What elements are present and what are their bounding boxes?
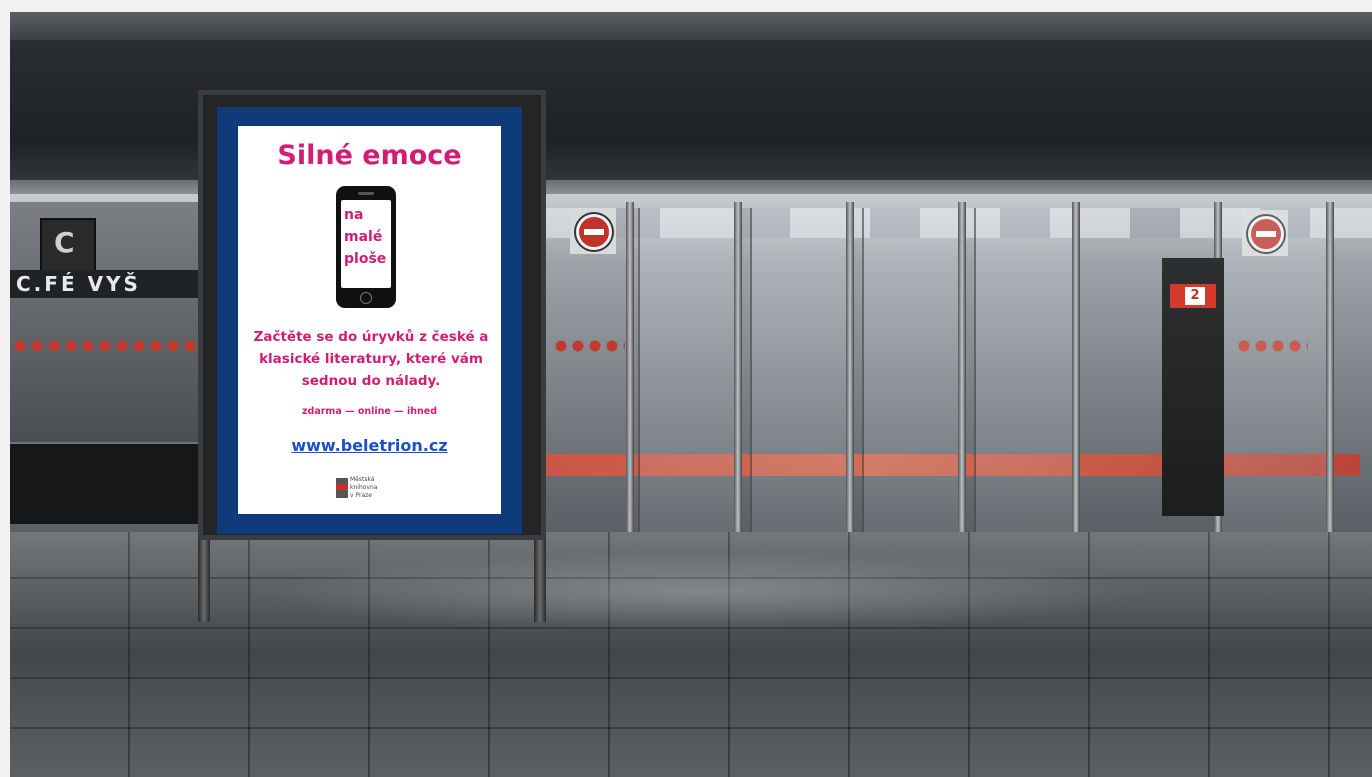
phone-text-line: malé xyxy=(344,229,383,245)
library-logo: Městská knihovna v Praze xyxy=(336,474,406,510)
door-frame xyxy=(734,202,742,532)
door-frame xyxy=(626,202,634,532)
dark-ledge xyxy=(10,444,215,524)
library-logo-mark xyxy=(336,478,348,498)
door-frame xyxy=(958,202,966,532)
metro-station-scene: C C.FÉ VYŠ 2 Silné emoce na malé ploše Z… xyxy=(10,12,1372,777)
floor-reflection xyxy=(250,552,1150,632)
door-frame xyxy=(1326,202,1334,532)
logo-line: v Praze xyxy=(350,492,372,499)
poster-body: Začtěte se do úryvků z české a klasické … xyxy=(253,329,489,389)
ceiling-top xyxy=(10,12,1372,40)
shop-sign-text: C.FÉ VYŠ xyxy=(16,272,141,296)
glass-door xyxy=(974,208,1076,538)
poster-tagline: zdarma — online — ihned xyxy=(302,406,437,417)
glass-door xyxy=(750,208,852,538)
glass-door xyxy=(1216,208,1328,538)
no-entry-icon xyxy=(576,214,612,250)
glass-door xyxy=(862,208,964,538)
door-frame xyxy=(846,202,854,532)
door-frame xyxy=(1072,202,1080,532)
poster-title: Silné emoce xyxy=(277,140,462,171)
red-dots-left xyxy=(14,340,214,352)
glass-door xyxy=(638,208,740,538)
poster-url: www.beletrion.cz xyxy=(291,436,448,455)
phone-speaker xyxy=(358,192,374,195)
library-logo-text: Městská knihovna v Praze xyxy=(350,476,406,500)
exit-number: 2 xyxy=(1185,287,1205,305)
logo-line: Městská xyxy=(350,476,375,483)
shop-box-letter: C xyxy=(54,226,75,259)
poster: Silné emoce na malé ploše Začtěte se do … xyxy=(238,126,501,514)
phone-text-line: na xyxy=(344,207,364,223)
phone-home-button xyxy=(360,292,372,304)
red-dots-center xyxy=(555,340,625,352)
phone-text-line: ploše xyxy=(344,251,387,267)
logo-line: knihovna xyxy=(350,484,378,491)
